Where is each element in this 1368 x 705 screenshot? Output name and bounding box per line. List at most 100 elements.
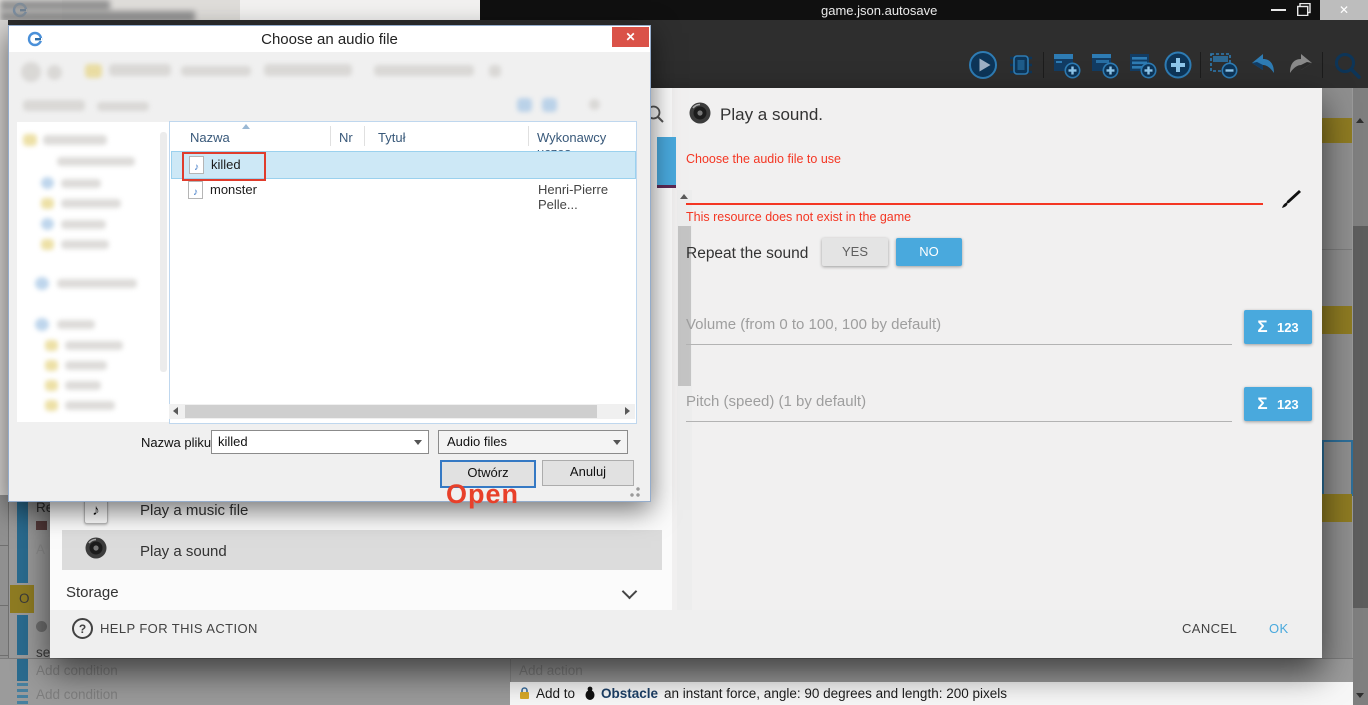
column-divider[interactable]	[528, 126, 529, 146]
column-header-nr[interactable]: Nr	[339, 130, 353, 145]
blurred-breadcrumb-3	[264, 64, 352, 76]
close-window-button[interactable]: ✕	[1320, 0, 1368, 20]
pitch-expression-button[interactable]: Σ 123	[1244, 387, 1312, 421]
close-icon: ✕	[1339, 3, 1349, 17]
restore-button[interactable]	[1297, 3, 1311, 16]
events-row-dimmed	[0, 658, 1368, 684]
action-text-suffix[interactable]: an instant force, angle: 90 degrees and …	[664, 686, 1007, 701]
minimize-button[interactable]	[1271, 9, 1286, 11]
delete-event-button[interactable]	[1208, 50, 1238, 85]
file-dialog-title: Choose an audio file	[9, 31, 650, 48]
add-new-button[interactable]	[1163, 50, 1193, 85]
cancel-button[interactable]: CANCEL	[1182, 621, 1237, 636]
add-comment-button[interactable]	[1127, 50, 1157, 85]
nav-pane	[17, 122, 169, 422]
blurred-view-icon-2	[542, 98, 557, 112]
filename-value: killed	[218, 434, 248, 449]
add-event-button[interactable]	[1051, 50, 1081, 85]
event-condition-bar	[17, 615, 28, 655]
app-left-strip	[0, 20, 8, 495]
help-icon: ?	[72, 618, 93, 639]
repeat-label: Repeat the sound	[686, 245, 808, 263]
add-action-placeholder[interactable]: Add action	[519, 663, 583, 678]
column-divider[interactable]	[330, 126, 331, 146]
titlebar-light-right	[240, 0, 480, 20]
blurred-breadcrumb-1	[109, 64, 171, 76]
event-fragment-o: O	[19, 591, 30, 606]
add-condition-placeholder[interactable]: Add condition	[36, 663, 118, 678]
event-fragment-icon	[36, 521, 47, 530]
brush-icon[interactable]	[1280, 188, 1302, 215]
debug-button[interactable]	[1006, 50, 1036, 85]
filetype-value: Audio files	[447, 434, 507, 449]
blurred-back-button	[21, 62, 41, 82]
pitch-input[interactable]: Pitch (speed) (1 by default)	[686, 393, 866, 410]
scroll-up-arrow[interactable]	[1356, 118, 1364, 123]
blurred-refresh-icon	[489, 65, 501, 77]
sort-ascending-icon	[242, 124, 250, 129]
scrollbar-thumb[interactable]	[1353, 226, 1368, 608]
repeat-yes-button[interactable]: YES	[822, 238, 888, 266]
file-dialog-close-button[interactable]: ✕	[612, 27, 649, 47]
nav-scrollbar[interactable]	[160, 132, 167, 372]
filename-combobox[interactable]: killed	[211, 430, 429, 454]
help-qmark: ?	[79, 622, 86, 636]
audio-file-error: This resource does not exist in the game	[686, 210, 911, 224]
list-hscrollbar[interactable]	[169, 404, 635, 419]
blurred-help-icon	[589, 99, 600, 110]
hscroll-thumb[interactable]	[185, 405, 597, 418]
filename-label: Nazwa pliku:	[141, 435, 215, 450]
audio-file-label: Choose the audio file to use	[686, 152, 841, 166]
add-subevent-button[interactable]	[1089, 50, 1119, 85]
instruction-item-play-music[interactable]: Play a music file	[140, 502, 248, 519]
scroll-down-arrow[interactable]	[1356, 693, 1364, 698]
selected-action-block	[1322, 306, 1352, 334]
redo-button[interactable]	[1286, 50, 1316, 85]
event-condition-bar	[17, 659, 28, 681]
resize-grip[interactable]	[629, 486, 641, 498]
search-button[interactable]	[1332, 50, 1362, 85]
scroll-left-arrow[interactable]	[173, 407, 178, 415]
volume-expression-button[interactable]: Σ 123	[1244, 310, 1312, 344]
pitch-underline	[686, 421, 1232, 422]
ok-button[interactable]: OK	[1269, 621, 1289, 636]
undo-button[interactable]	[1248, 50, 1278, 85]
dotted-condition-bar	[17, 683, 28, 705]
action-text-prefix[interactable]: Add to	[536, 686, 575, 701]
add-condition-placeholder[interactable]: Add condition	[36, 687, 118, 702]
dropdown-arrow-icon[interactable]	[414, 440, 422, 445]
close-icon: ✕	[625, 30, 635, 44]
file-row-monster[interactable]: ♪ monster Henri-Pierre Pelle...	[171, 178, 634, 202]
selected-action-block	[1322, 118, 1352, 143]
instruction-item-play-sound[interactable]: Play a sound	[140, 543, 227, 560]
filetype-dropdown[interactable]: Audio files	[438, 430, 628, 454]
blurred-window-title-1	[0, 0, 110, 11]
blurred-search-box	[374, 65, 474, 76]
action-object-name[interactable]: Obstacle	[601, 686, 658, 701]
blurred-newfolder-menu	[97, 102, 149, 111]
file-name: monster	[210, 182, 257, 197]
sigma-icon: Σ	[1257, 394, 1267, 413]
toolbar-divider	[1322, 52, 1323, 78]
preview-play-button[interactable]	[968, 50, 998, 85]
repeat-no-button[interactable]: NO	[896, 238, 962, 266]
toolbar-divider	[1200, 52, 1201, 78]
audio-file-input[interactable]	[686, 178, 1263, 205]
cancel-button-file[interactable]: Anuluj	[542, 460, 634, 486]
category-tab-indicator[interactable]	[657, 137, 676, 185]
event-fragment-icon2	[36, 621, 47, 632]
blurred-breadcrumb-2	[181, 66, 251, 76]
help-for-action-button[interactable]: HELP FOR THIS ACTION	[100, 621, 258, 636]
main-scrollbar[interactable]	[1353, 88, 1368, 705]
annotation-open-label: Open	[446, 479, 519, 510]
category-tab-underline	[657, 185, 676, 188]
column-header-nazwa[interactable]: Nazwa	[190, 130, 230, 145]
instruction-group-storage[interactable]: Storage	[66, 584, 119, 601]
volume-input[interactable]: Volume (from 0 to 100, 100 by default)	[686, 316, 941, 333]
dropdown-arrow-icon[interactable]	[613, 440, 621, 445]
column-divider[interactable]	[364, 126, 365, 146]
annotation-selection-box	[182, 152, 266, 181]
toolbar-divider	[1043, 52, 1044, 78]
scroll-right-arrow[interactable]	[625, 407, 630, 415]
column-header-tytul[interactable]: Tytuł	[378, 130, 405, 145]
